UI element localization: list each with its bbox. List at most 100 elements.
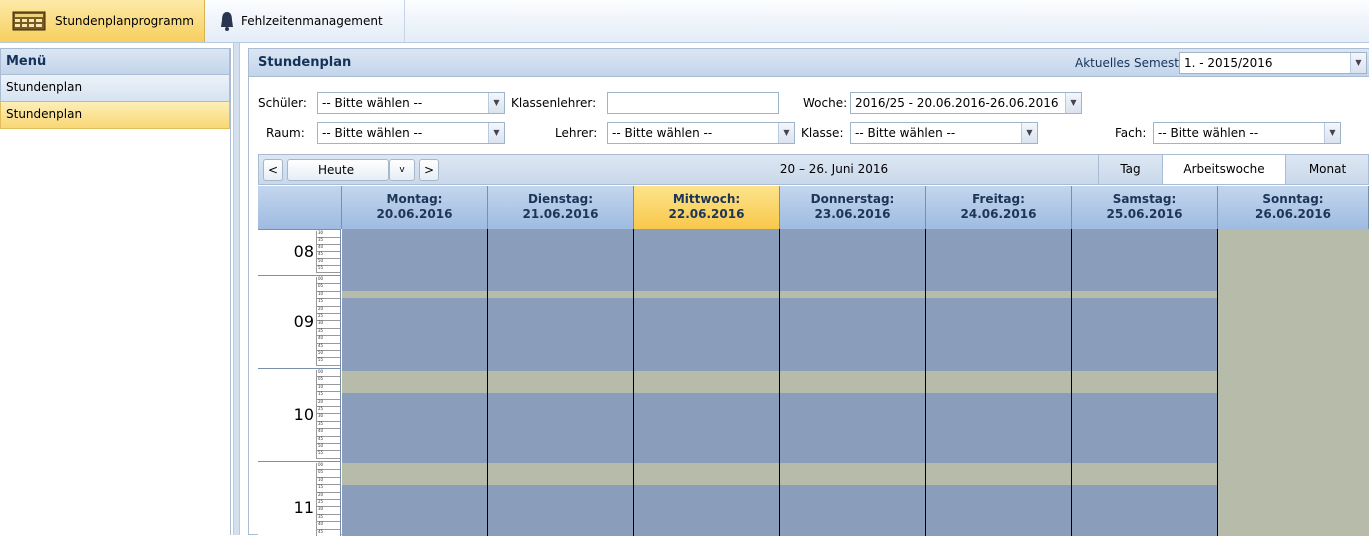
raum-select[interactable]: -- Bitte wählen -- ▼: [317, 122, 505, 144]
day-name: Donnerstag:: [810, 192, 895, 206]
lehrer-select[interactable]: -- Bitte wählen -- ▼: [607, 122, 795, 144]
hour-label: 09: [293, 311, 314, 331]
lehrer-value: -- Bitte wählen --: [612, 126, 713, 140]
klassenlehrer-label: Klassenlehrer:: [511, 96, 597, 110]
day-name: Mittwoch:: [672, 192, 741, 206]
hour-divider: [258, 461, 341, 462]
break-slot: [926, 463, 1071, 485]
tab-stundenplanprogramm-label: Stundenplanprogramm: [55, 14, 194, 28]
date-range-label: 20 – 26. Juni 2016: [779, 162, 889, 176]
day-name: Freitag:: [972, 192, 1025, 206]
main-header: Stundenplan Aktuelles Semester: 1. - 201…: [249, 49, 1369, 77]
day-date: 25.06.2016: [1106, 207, 1183, 221]
day-header[interactable]: Samstag: 25.06.2016: [1072, 186, 1218, 229]
fach-label: Fach:: [1115, 126, 1147, 140]
day-column-sunday[interactable]: [1218, 229, 1369, 536]
main-panel: Stundenplan Aktuelles Semester: 1. - 201…: [248, 48, 1369, 536]
day-column[interactable]: [780, 229, 926, 536]
break-slot: [634, 371, 779, 393]
minute-tick: 55: [317, 266, 340, 273]
calendar-grid-icon: [12, 11, 46, 31]
day-date: 22.06.2016: [668, 207, 745, 221]
sidebar-item-stundenplan[interactable]: Stundenplan: [0, 75, 230, 102]
today-label: Heute: [318, 163, 355, 177]
chevron-down-icon: ▼: [1065, 93, 1081, 113]
sidebar-item-stundenplan-selected[interactable]: Stundenplan: [0, 102, 230, 129]
top-app-bar: Stundenplanprogramm Fehlzeitenmanagement: [0, 0, 1369, 43]
next-week-button[interactable]: >: [419, 159, 439, 181]
break-slot: [1072, 371, 1217, 393]
calendar-grid: 08 30 35 40 45 50 55 09 00 05 10 15 20 25 30 35 40 45 50 55…: [258, 186, 1369, 536]
chevron-down-icon: ▼: [1324, 123, 1340, 143]
klassenlehrer-input[interactable]: [607, 92, 779, 114]
tab-stundenplanprogramm[interactable]: Stundenplanprogramm: [0, 0, 205, 42]
lehrer-label: Lehrer:: [555, 126, 598, 140]
day-column[interactable]: [926, 229, 1072, 536]
today-button[interactable]: Heute: [287, 159, 389, 181]
break-slot: [342, 371, 487, 393]
day-header[interactable]: Dienstag: 21.06.2016: [488, 186, 634, 229]
page-title: Stundenplan: [258, 55, 352, 70]
semester-select[interactable]: 1. - 2015/2016 ▼: [1179, 52, 1367, 74]
day-header[interactable]: Freitag: 24.06.2016: [926, 186, 1072, 229]
day-column[interactable]: [1072, 229, 1218, 536]
tab-fehlzeitenmanagement-label: Fehlzeitenmanagement: [241, 14, 383, 28]
klasse-label: Klasse:: [801, 126, 844, 140]
day-header[interactable]: Donnerstag: 23.06.2016: [780, 186, 926, 229]
minute-tick: 45: [317, 529, 340, 536]
panel-splitter[interactable]: [233, 43, 240, 535]
schueler-label: Schüler:: [258, 96, 307, 110]
day-column[interactable]: [342, 229, 488, 536]
chevron-down-icon: ▼: [488, 123, 504, 143]
chevron-down-icon: ▼: [488, 93, 504, 113]
break-slot: [780, 463, 925, 485]
schueler-select[interactable]: -- Bitte wählen -- ▼: [317, 92, 505, 114]
day-name: Samstag:: [1112, 192, 1177, 206]
break-slot: [634, 463, 779, 485]
day-header[interactable]: Mittwoch: 22.06.2016: [634, 186, 780, 229]
hour-divider: [258, 368, 341, 369]
woche-select[interactable]: 2016/25 - 20.06.2016-26.06.2016 ▼: [850, 92, 1082, 114]
break-slot: [1072, 291, 1217, 298]
minute-ticks: 000510152025303540455055: [316, 276, 340, 366]
break-slot: [488, 291, 633, 298]
day-column[interactable]: [634, 229, 780, 536]
day-name: Dienstag:: [527, 192, 594, 206]
prev-week-button[interactable]: <: [263, 159, 283, 181]
day-date: 26.06.2016: [1255, 207, 1331, 221]
woche-value: 2016/25 - 20.06.2016-26.06.2016: [855, 96, 1059, 110]
hour-label: 11: [293, 497, 314, 517]
raum-label: Raum:: [266, 126, 305, 140]
klasse-value: -- Bitte wählen --: [855, 126, 956, 140]
view-monat-button[interactable]: Monat: [1285, 155, 1369, 184]
break-slot: [634, 291, 779, 298]
tab-fehlzeitenmanagement[interactable]: Fehlzeitenmanagement: [215, 0, 405, 42]
view-tag-button[interactable]: Tag: [1098, 155, 1162, 184]
break-slot: [342, 291, 487, 298]
break-slot: [926, 291, 1071, 298]
klasse-select[interactable]: -- Bitte wählen -- ▼: [850, 122, 1038, 144]
day-header[interactable]: Montag: 20.06.2016: [342, 186, 488, 229]
break-slot: [1072, 463, 1217, 485]
time-column: 08 30 35 40 45 50 55 09 00 05 10 15 20 25 30 35 40 45 50 55…: [258, 229, 341, 536]
fach-select[interactable]: -- Bitte wählen -- ▼: [1153, 122, 1341, 144]
hour-label: 08: [293, 242, 314, 261]
hour-label: 10: [293, 404, 314, 424]
break-slot: [780, 291, 925, 298]
chevron-down-icon: ▼: [1350, 53, 1366, 73]
minute-tick: 55: [317, 451, 340, 459]
day-column[interactable]: [488, 229, 634, 536]
woche-label: Woche:: [803, 96, 848, 110]
day-date: 21.06.2016: [522, 207, 599, 221]
semester-value: 1. - 2015/2016: [1184, 56, 1273, 70]
minute-ticks: 000510152025303540455055: [316, 462, 340, 536]
day-header[interactable]: Sonntag: 26.06.2016: [1218, 186, 1369, 229]
view-arbeitswoche-button[interactable]: Arbeitswoche: [1162, 155, 1285, 184]
day-name: Montag:: [386, 192, 443, 206]
day-date: 23.06.2016: [814, 207, 891, 221]
corner-header: [258, 186, 342, 229]
schueler-value: -- Bitte wählen --: [322, 96, 423, 110]
date-dropdown-button[interactable]: v: [389, 159, 415, 181]
break-slot: [926, 371, 1071, 393]
minute-tick: 55: [317, 358, 340, 366]
